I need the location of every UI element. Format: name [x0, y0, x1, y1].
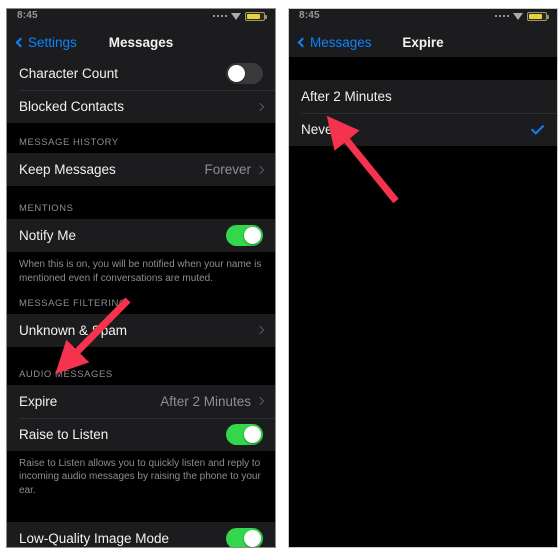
- row-unknown-and-spam[interactable]: Unknown & Spam: [7, 313, 275, 347]
- battery-low-power-icon: [245, 11, 267, 21]
- row-value: Forever: [204, 162, 251, 177]
- settings-scroll-area[interactable]: Character Count Blocked Contacts MESSAGE…: [7, 57, 275, 547]
- status-bar-left: 8:45: [7, 9, 275, 27]
- row-label: Keep Messages: [19, 162, 116, 177]
- signal-dots-icon: [494, 14, 509, 18]
- status-bar-right: 8:45: [289, 9, 557, 27]
- row-label: Notify Me: [19, 228, 77, 243]
- chevron-left-icon: [15, 37, 26, 47]
- row-low-quality-image-mode[interactable]: Low-Quality Image Mode: [7, 521, 275, 547]
- right-phone-screen: 8:45 Messages Expire After 2 Minutes Nev…: [288, 8, 558, 548]
- row-label: Low-Quality Image Mode: [19, 530, 170, 546]
- chevron-right-icon: [255, 165, 265, 174]
- row-label: Unknown & Spam: [19, 322, 128, 338]
- group-low-quality: Low-Quality Image Mode: [7, 521, 275, 547]
- section-header-audio-messages: AUDIO MESSAGES: [7, 346, 275, 385]
- row-notify-me[interactable]: Notify Me: [7, 219, 275, 252]
- expire-options-scroll-area[interactable]: After 2 Minutes Never: [289, 57, 557, 547]
- row-raise-to-listen[interactable]: Raise to Listen: [7, 417, 275, 451]
- footnote-raise-to-listen: Raise to Listen allows you to quickly li…: [7, 450, 275, 508]
- row-character-count[interactable]: Character Count: [7, 57, 275, 90]
- spacer: [7, 507, 275, 522]
- back-button-messages[interactable]: Messages: [297, 34, 372, 50]
- chevron-right-icon: [255, 396, 265, 406]
- option-label: After 2 Minutes: [301, 89, 392, 104]
- row-expire[interactable]: Expire After 2 Minutes: [7, 384, 275, 418]
- chevron-left-icon: [297, 37, 308, 47]
- option-after-2-minutes[interactable]: After 2 Minutes: [289, 80, 557, 113]
- nav-bar-right: Messages Expire: [289, 27, 557, 57]
- row-label: Expire: [19, 393, 58, 409]
- group-message-history: Keep Messages Forever: [7, 153, 275, 186]
- wifi-icon: [231, 12, 241, 20]
- row-blocked-contacts[interactable]: Blocked Contacts: [7, 90, 275, 123]
- section-header-mentions: MENTIONS: [7, 186, 275, 219]
- option-label: Never: [301, 122, 338, 137]
- chevron-right-icon: [255, 325, 265, 335]
- row-keep-messages[interactable]: Keep Messages Forever: [7, 153, 275, 186]
- back-button-settings[interactable]: Settings: [15, 34, 77, 50]
- section-header-message-filtering: MESSAGE FILTERING: [7, 295, 275, 314]
- back-button-label: Settings: [28, 34, 77, 50]
- status-icons: [494, 11, 549, 21]
- signal-dots-icon: [212, 14, 227, 18]
- status-time: 8:45: [299, 9, 320, 21]
- toggle-raise-to-listen[interactable]: [226, 423, 263, 445]
- group-audio-messages: Expire After 2 Minutes Raise to Listen: [7, 384, 275, 451]
- toggle-low-quality-image-mode[interactable]: [226, 527, 263, 547]
- status-time: 8:45: [17, 9, 38, 21]
- toggle-notify-me[interactable]: [226, 225, 263, 246]
- row-label: Blocked Contacts: [19, 99, 125, 114]
- back-button-label: Messages: [310, 34, 372, 50]
- wifi-icon: [513, 12, 523, 20]
- row-label: Raise to Listen: [19, 426, 109, 442]
- left-phone-screen: 8:45 Settings Messages Character Count B…: [6, 8, 276, 548]
- footnote-mentions: When this is on, you will be notified wh…: [7, 252, 275, 296]
- battery-low-power-icon: [527, 11, 549, 21]
- group-message-filtering: Unknown & Spam: [7, 313, 275, 347]
- nav-bar-left: Settings Messages: [7, 27, 275, 57]
- screenshot-stage: 8:45 Settings Messages Character Count B…: [0, 0, 560, 560]
- group-mentions: Notify Me: [7, 219, 275, 252]
- group-expire-options: After 2 Minutes Never: [289, 80, 557, 146]
- toggle-character-count[interactable]: [226, 63, 263, 84]
- option-never[interactable]: Never: [289, 113, 557, 146]
- group-top: Character Count Blocked Contacts: [7, 57, 275, 123]
- status-icons: [212, 11, 267, 21]
- section-header-message-history: MESSAGE HISTORY: [7, 123, 275, 153]
- row-value: After 2 Minutes: [160, 393, 251, 409]
- row-label: Character Count: [19, 66, 119, 81]
- chevron-right-icon: [255, 102, 265, 111]
- spacer: [289, 57, 557, 80]
